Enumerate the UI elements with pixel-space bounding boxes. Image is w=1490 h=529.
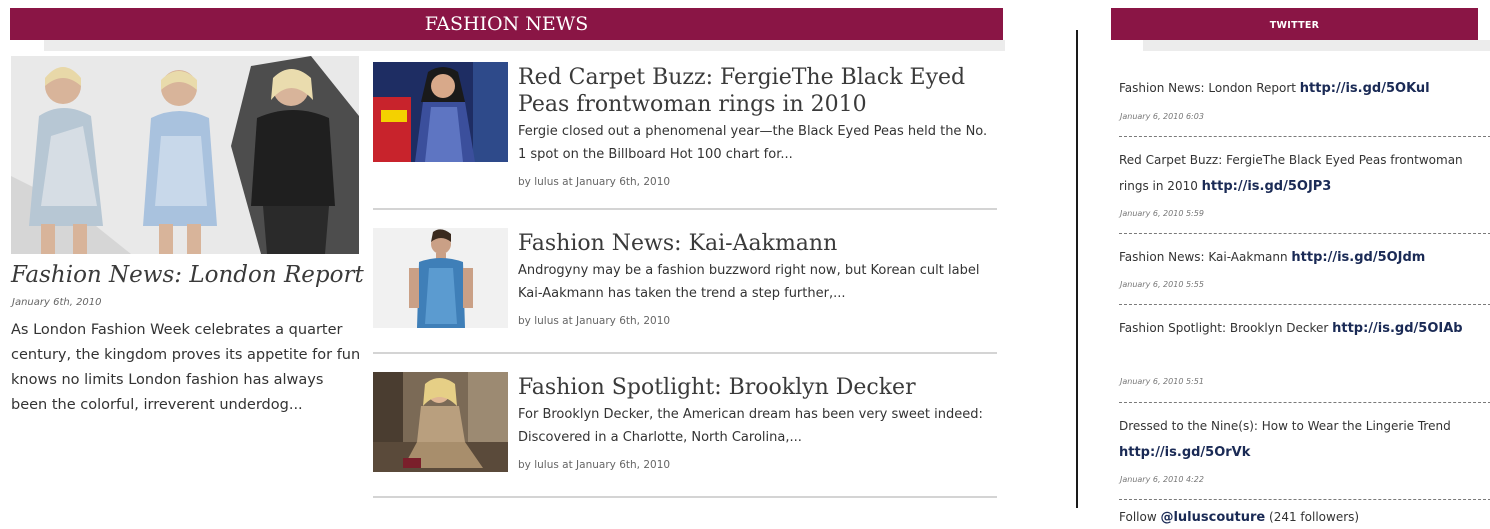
brooklyn-decker-photo (373, 372, 508, 472)
tweet-text: Dressed to the Nine(s): How to Wear the … (1119, 419, 1451, 433)
kai-aakmann-photo (373, 228, 508, 328)
follow-line: Follow @luluscouture (241 followers) (1119, 510, 1359, 525)
follow-count: (241 followers) (1265, 510, 1360, 524)
tweet-divider (1119, 304, 1490, 305)
tweet: Fashion News: London Report http://is.gd… (1119, 75, 1484, 102)
tweet-text: Fashion News: Kai-Aakmann (1119, 250, 1292, 264)
tweet-link[interactable]: http://is.gd/5OrVk (1119, 445, 1250, 460)
twitter-title: TWITTER (1269, 20, 1320, 31)
tweet-date: January 6, 2010 6:03 (1120, 112, 1204, 121)
tweet-date: January 6, 2010 5:55 (1120, 280, 1204, 289)
story-meta: by lulus at January 6th, 2010 (518, 459, 671, 471)
follow-prefix: Follow (1119, 510, 1161, 524)
featured-title[interactable]: Fashion News: London Report (11, 262, 364, 288)
story-divider (373, 208, 997, 210)
runway-photo (11, 56, 359, 254)
tweet: Fashion News: Kai-Aakmann http://is.gd/5… (1119, 244, 1484, 271)
tweet-link[interactable]: http://is.gd/5OJdm (1291, 250, 1425, 265)
tweet-date: January 6, 2010 5:59 (1120, 209, 1204, 218)
tweet-link[interactable]: http://is.gd/5OKul (1300, 81, 1430, 96)
header-shadow (44, 40, 1005, 51)
tweet-divider (1119, 233, 1490, 234)
tweet-date: January 6, 2010 5:51 (1120, 377, 1204, 386)
twitter-header: TWITTER (1111, 8, 1478, 40)
story-thumbnail[interactable] (373, 62, 508, 162)
fashion-news-header: FASHION NEWS (10, 8, 1003, 40)
tweet-text: Fashion Spotlight: Brooklyn Decker (1119, 321, 1333, 335)
tweet-divider (1119, 402, 1490, 403)
story-excerpt: Fergie closed out a phenomenal year—the … (518, 124, 988, 162)
featured-date: January 6th, 2010 (12, 297, 102, 308)
story-divider (373, 496, 997, 498)
tweet: Dressed to the Nine(s): How to Wear the … (1119, 413, 1484, 466)
tweet: Fashion Spotlight: Brooklyn Decker http:… (1119, 315, 1484, 342)
story-meta: by lulus at January 6th, 2010 (518, 315, 671, 327)
story-divider (373, 352, 997, 354)
follow-handle-link[interactable]: @luluscouture (1160, 510, 1265, 525)
tweet-link[interactable]: http://is.gd/5OJP3 (1202, 179, 1332, 194)
story-excerpt: Androgyny may be a fashion buzzword righ… (518, 263, 980, 301)
story-title[interactable]: Fashion News: Kai-Aakmann (518, 230, 988, 257)
story-thumbnail[interactable] (373, 228, 508, 328)
tweet-date: January 6, 2010 4:22 (1120, 475, 1204, 484)
featured-image[interactable] (11, 56, 359, 254)
story-title[interactable]: Fashion Spotlight: Brooklyn Decker (518, 374, 988, 401)
story-title[interactable]: Red Carpet Buzz: FergieThe Black Eyed Pe… (518, 64, 988, 118)
story-thumbnail[interactable] (373, 372, 508, 472)
fergie-photo (373, 62, 508, 162)
tweet: Red Carpet Buzz: FergieThe Black Eyed Pe… (1119, 147, 1484, 200)
story-excerpt: For Brooklyn Decker, the American dream … (518, 407, 983, 445)
featured-excerpt: As London Fashion Week celebrates a quar… (11, 322, 361, 413)
tweet-divider (1119, 136, 1490, 137)
tweet-text: Fashion News: London Report (1119, 81, 1300, 95)
tweet-link[interactable]: http://is.gd/5OIAb (1332, 321, 1462, 336)
column-divider (1076, 30, 1078, 508)
story-meta: by lulus at January 6th, 2010 (518, 176, 671, 188)
tweet-divider (1119, 499, 1490, 500)
fashion-news-title: FASHION NEWS (424, 13, 589, 35)
